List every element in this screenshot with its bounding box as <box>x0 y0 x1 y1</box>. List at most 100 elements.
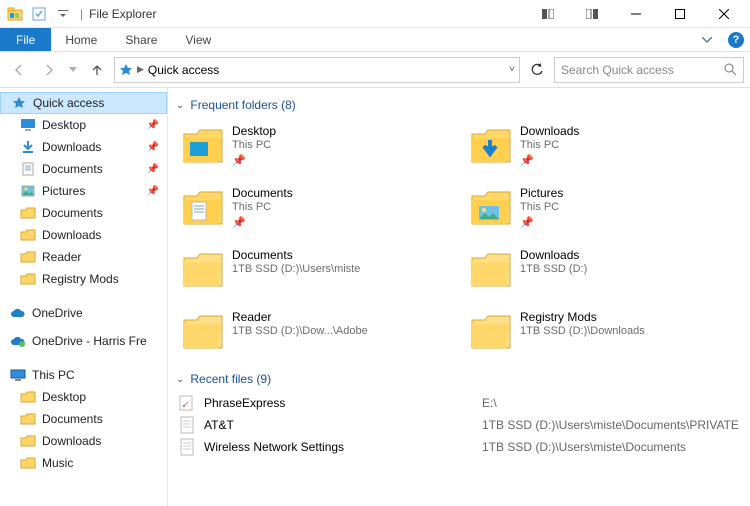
file-location: 1TB SSD (D:)\Users\miste\Documents <box>482 440 686 454</box>
explorer-icon <box>4 3 26 25</box>
folder-location: This PC <box>520 138 579 152</box>
qat-dropdown-icon[interactable] <box>52 3 74 25</box>
sidebar-item-label: Desktop <box>42 390 86 404</box>
folder-item[interactable]: Documents1TB SSD (D:)\Users\miste <box>178 244 458 302</box>
sidebar-thispc-downloads[interactable]: Downloads <box>0 430 167 452</box>
folder-name: Downloads <box>520 248 587 262</box>
sidebar-item-label: Pictures <box>42 184 85 198</box>
pin-icon: 📌 <box>520 154 579 167</box>
search-input[interactable] <box>561 63 724 77</box>
folder-item[interactable]: DownloadsThis PC📌 <box>466 120 746 178</box>
ribbon-display-icon-2[interactable] <box>570 0 614 28</box>
pin-icon: 📌 <box>232 216 293 229</box>
sidebar-item-registry-mods[interactable]: Registry Mods <box>0 268 167 290</box>
file-row[interactable]: PhraseExpressE:\ <box>178 392 746 414</box>
folder-icon <box>182 124 224 166</box>
folder-item[interactable]: Registry Mods1TB SSD (D:)\Downloads <box>466 306 746 364</box>
window-title: File Explorer <box>89 7 156 21</box>
pin-icon: 📌 <box>147 186 159 197</box>
sidebar-item-downloads[interactable]: Downloads 📌 <box>0 136 167 158</box>
sidebar-item-documents[interactable]: Documents 📌 <box>0 158 167 180</box>
title-separator: | <box>80 7 83 21</box>
section-title: Recent files (9) <box>190 372 271 386</box>
sidebar-this-pc[interactable]: This PC <box>0 364 167 386</box>
address-bar[interactable]: ▶ Quick access ˅ <box>114 57 520 83</box>
forward-button[interactable] <box>36 57 62 83</box>
up-button[interactable] <box>84 57 110 83</box>
folder-location: 1TB SSD (D:)\Dow...\Adobe <box>232 324 368 338</box>
tab-share[interactable]: Share <box>111 28 171 51</box>
search-box[interactable] <box>554 57 744 83</box>
help-icon[interactable]: ? <box>728 32 744 48</box>
minimize-button[interactable] <box>614 0 658 28</box>
folder-location: 1TB SSD (D:) <box>520 262 587 276</box>
folder-icon <box>182 186 224 228</box>
breadcrumb[interactable]: Quick access <box>148 63 219 77</box>
folder-icon <box>182 248 224 290</box>
back-button[interactable] <box>6 57 32 83</box>
sidebar-item-label: Documents <box>42 412 103 426</box>
sidebar-item-label: Reader <box>42 250 81 264</box>
close-button[interactable] <box>702 0 746 28</box>
file-location: 1TB SSD (D:)\Users\miste\Documents\PRIVA… <box>482 418 739 432</box>
pictures-icon <box>20 183 36 199</box>
address-dropdown-icon[interactable]: ˅ <box>509 64 515 75</box>
maximize-button[interactable] <box>658 0 702 28</box>
recent-locations-icon[interactable] <box>66 57 80 83</box>
folder-icon <box>470 310 512 352</box>
section-recent-files[interactable]: ⌄ Recent files (9) <box>172 370 750 388</box>
folder-item[interactable]: DesktopThis PC📌 <box>178 120 458 178</box>
pc-icon <box>10 367 26 383</box>
folder-icon <box>20 455 36 471</box>
tab-file[interactable]: File <box>0 28 51 51</box>
ribbon-expand-icon[interactable] <box>692 28 722 51</box>
sidebar-item-pictures[interactable]: Pictures 📌 <box>0 180 167 202</box>
pin-icon: 📌 <box>147 164 159 175</box>
file-row[interactable]: Wireless Network Settings 1TB SSD (D:)\Us… <box>178 436 746 458</box>
folder-icon <box>470 186 512 228</box>
ribbon-display-icon-1[interactable] <box>526 0 570 28</box>
section-frequent-folders[interactable]: ⌄ Frequent folders (8) <box>172 96 750 114</box>
content-pane: ⌄ Frequent folders (8) DesktopThis PC📌Do… <box>168 88 750 506</box>
sidebar-item-label: Documents <box>42 206 103 220</box>
sidebar-onedrive-2[interactable]: OneDrive - Harris Fre <box>0 330 167 352</box>
refresh-button[interactable] <box>524 57 550 83</box>
folder-icon <box>20 205 36 221</box>
file-row[interactable]: AT&T1TB SSD (D:)\Users\miste\Documents\P… <box>178 414 746 436</box>
folder-name: Pictures <box>520 186 563 200</box>
sidebar-item-label: Quick access <box>33 96 104 110</box>
sidebar-thispc-desktop[interactable]: Desktop <box>0 386 167 408</box>
sidebar-item-label: This PC <box>32 368 75 382</box>
sidebar-item-label: OneDrive - Harris Fre <box>32 334 147 348</box>
sidebar-item-label: Desktop <box>42 118 86 132</box>
qat-properties-icon[interactable] <box>28 3 50 25</box>
sidebar-onedrive[interactable]: OneDrive <box>0 302 167 324</box>
folder-icon <box>20 271 36 287</box>
sidebar-item-label: Downloads <box>42 140 101 154</box>
folder-icon <box>20 433 36 449</box>
tab-home[interactable]: Home <box>51 28 111 51</box>
sidebar-item-reader[interactable]: Reader <box>0 246 167 268</box>
folder-item[interactable]: PicturesThis PC📌 <box>466 182 746 240</box>
folder-name: Desktop <box>232 124 276 138</box>
documents-icon <box>20 161 36 177</box>
file-name: Wireless Network Settings <box>204 440 474 454</box>
folder-item[interactable]: Downloads1TB SSD (D:) <box>466 244 746 302</box>
sidebar-item-documents-2[interactable]: Documents <box>0 202 167 224</box>
folder-item[interactable]: Reader1TB SSD (D:)\Dow...\Adobe <box>178 306 458 364</box>
search-icon[interactable] <box>724 63 737 76</box>
sidebar-item-label: Downloads <box>42 434 101 448</box>
folder-location: 1TB SSD (D:)\Users\miste <box>232 262 360 276</box>
section-title: Frequent folders (8) <box>190 98 295 112</box>
sidebar-quick-access[interactable]: Quick access <box>0 92 167 114</box>
sidebar-item-downloads-2[interactable]: Downloads <box>0 224 167 246</box>
sidebar-thispc-music[interactable]: Music <box>0 452 167 474</box>
tab-view[interactable]: View <box>171 28 225 51</box>
cloud-icon <box>10 333 26 349</box>
folder-item[interactable]: DocumentsThis PC📌 <box>178 182 458 240</box>
chevron-right-icon[interactable]: ▶ <box>137 64 144 75</box>
sidebar-item-label: Music <box>42 456 73 470</box>
sidebar-item-desktop[interactable]: Desktop 📌 <box>0 114 167 136</box>
sidebar-thispc-documents[interactable]: Documents <box>0 408 167 430</box>
title-bar: | File Explorer <box>0 0 750 28</box>
